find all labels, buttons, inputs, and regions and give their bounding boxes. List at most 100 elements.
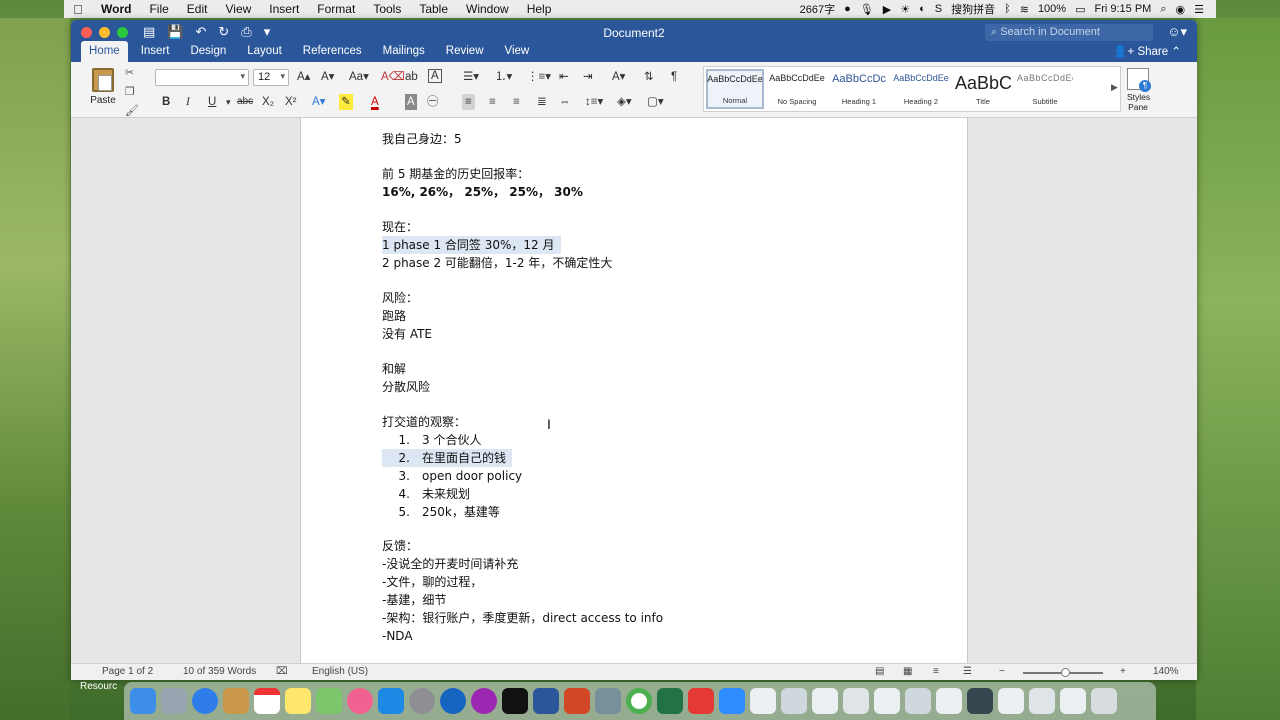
zoom-icon[interactable]: [719, 688, 745, 714]
grow-font-icon[interactable]: A▴: [297, 69, 310, 85]
font-name-select[interactable]: [155, 69, 249, 86]
style-title[interactable]: AaBbC Title: [954, 69, 1012, 109]
zoom-slider-knob[interactable]: [1061, 668, 1070, 677]
character-shading-icon[interactable]: A: [405, 94, 417, 110]
desktop-folder-label[interactable]: Resourc: [80, 681, 117, 692]
character-border-icon[interactable]: A: [428, 69, 442, 83]
share-button[interactable]: 👤+ Share ⌃: [1113, 44, 1181, 58]
menu-help[interactable]: Help: [518, 2, 561, 16]
doc-line[interactable]: 没有 ATE: [382, 325, 432, 343]
document-thumb-icon[interactable]: [1060, 688, 1086, 714]
list-item[interactable]: 5. 250k，基建等: [382, 503, 500, 521]
doc-line[interactable]: 16%, 26%， 25%， 25%， 30%: [382, 183, 583, 201]
apple-tv-icon[interactable]: [502, 688, 528, 714]
preview-icon[interactable]: [595, 688, 621, 714]
doc-line[interactable]: 2 phase 2 可能翻倍，1-2 年，不确定性大: [382, 254, 612, 272]
strikethrough-button[interactable]: abc: [237, 94, 253, 110]
powerpoint-icon[interactable]: [564, 688, 590, 714]
word-count-status[interactable]: 2667字: [800, 1, 835, 17]
document-thumb-icon[interactable]: [905, 688, 931, 714]
list-item[interactable]: 2. 在里面自己的钱: [382, 449, 513, 467]
numbering-icon[interactable]: ⒈▾: [495, 69, 512, 85]
word-count[interactable]: 10 of 359 Words: [183, 666, 256, 677]
phonetic-guide-icon[interactable]: ab: [405, 69, 418, 85]
chrome-icon[interactable]: [626, 688, 652, 714]
show-formatting-marks-icon[interactable]: ¶: [671, 69, 677, 85]
print-layout-icon[interactable]: ▤: [875, 666, 884, 677]
document-thumb-icon[interactable]: [781, 688, 807, 714]
list-item[interactable]: 1. 3 个合伙人: [382, 431, 482, 449]
style-subtitle[interactable]: AaBbCcDdEe Subtitle: [1016, 69, 1074, 109]
battery-percent[interactable]: 100%: [1038, 3, 1066, 15]
document-thumb-icon[interactable]: [998, 688, 1024, 714]
doc-line[interactable]: 和解: [382, 360, 406, 378]
tab-references[interactable]: References: [295, 41, 370, 62]
bullets-icon[interactable]: ☰▾: [463, 69, 479, 85]
doc-line[interactable]: 前 5 期基金的历史回报率：: [382, 165, 529, 183]
doc-line[interactable]: -没说全的开麦时间请补充: [382, 555, 518, 573]
asian-layout-icon[interactable]: A▾: [612, 69, 625, 85]
document-thumb-icon[interactable]: [843, 688, 869, 714]
outline-view-icon[interactable]: ≡: [933, 666, 939, 677]
text-effects-icon[interactable]: A▾: [312, 94, 325, 110]
spotlight-icon[interactable]: ⌕: [1160, 3, 1166, 16]
tab-home[interactable]: Home: [81, 41, 128, 62]
doc-line[interactable]: -NDA: [382, 627, 413, 645]
menu-window[interactable]: Window: [457, 2, 518, 16]
input-source-icon[interactable]: S: [935, 3, 942, 15]
list-item[interactable]: 4. 未来规划: [382, 485, 470, 503]
document-thumb-icon[interactable]: [1029, 688, 1055, 714]
clear-formatting-icon[interactable]: A⌫: [381, 69, 405, 85]
safari-icon[interactable]: [192, 688, 218, 714]
menu-file[interactable]: File: [140, 2, 177, 16]
tab-mailings[interactable]: Mailings: [375, 41, 433, 62]
format-painter-icon[interactable]: 🖌: [125, 104, 139, 117]
zoom-out-icon[interactable]: −: [999, 666, 1005, 677]
page-indicator[interactable]: Page 1 of 2: [102, 666, 153, 677]
toggle-icon[interactable]: ◐: [919, 3, 926, 15]
tab-view[interactable]: View: [497, 41, 538, 62]
clock[interactable]: Fri 9:15 PM: [1094, 3, 1151, 15]
brightness-icon[interactable]: ☀: [900, 3, 910, 16]
finder-icon[interactable]: [130, 688, 156, 714]
maps-icon[interactable]: [316, 688, 342, 714]
style-no-spacing[interactable]: AaBbCcDdEe No Spacing: [768, 69, 826, 109]
doc-line[interactable]: 风险：: [382, 289, 418, 307]
font-color-icon[interactable]: A: [371, 94, 379, 110]
bluetooth-icon[interactable]: ᛒ: [1004, 3, 1011, 15]
word-icon[interactable]: [533, 688, 559, 714]
shading-icon[interactable]: ◈▾: [617, 94, 632, 110]
doc-line[interactable]: 反馈：: [382, 537, 418, 555]
underline-dropdown-icon[interactable]: ▾: [226, 94, 231, 110]
doc-line[interactable]: -基建，细节: [382, 591, 446, 609]
superscript-button[interactable]: X²: [285, 94, 297, 110]
system-preferences-icon[interactable]: [409, 688, 435, 714]
menu-edit[interactable]: Edit: [178, 2, 217, 16]
bold-button[interactable]: B: [162, 94, 170, 110]
draft-view-icon[interactable]: ☰: [963, 666, 972, 677]
italic-button[interactable]: I: [186, 94, 190, 110]
apple-icon[interactable]: : [64, 2, 92, 17]
line-spacing-icon[interactable]: ↕≡▾: [585, 94, 603, 110]
style-heading-2[interactable]: AaBbCcDdEe Heading 2: [892, 69, 950, 109]
control-center-icon[interactable]: ☰: [1194, 3, 1204, 16]
microphone-icon[interactable]: 🎙: [860, 3, 874, 16]
align-right-button[interactable]: ≡: [513, 94, 520, 110]
doc-line[interactable]: 现在：: [382, 218, 418, 236]
trash-icon[interactable]: [1091, 688, 1117, 714]
launchpad-icon[interactable]: [161, 688, 187, 714]
borders-icon[interactable]: ▢▾: [647, 94, 664, 110]
web-layout-icon[interactable]: ▦: [903, 666, 912, 677]
document-thumb-icon[interactable]: [936, 688, 962, 714]
styles-more-arrow-icon[interactable]: ▶: [1111, 82, 1118, 93]
shrink-font-icon[interactable]: A▾: [321, 69, 334, 85]
doc-line-highlighted[interactable]: 1 phase 1 合同签 30%，12 月: [382, 236, 561, 254]
calendar-icon[interactable]: [254, 688, 280, 714]
multilevel-list-icon[interactable]: ⋮≡▾: [527, 69, 551, 85]
doc-line[interactable]: 分散风险: [382, 378, 430, 396]
wifi-icon[interactable]: ≋: [1020, 3, 1029, 16]
browser-icon[interactable]: [440, 688, 466, 714]
proofing-icon[interactable]: ⌧: [276, 666, 288, 677]
distributed-icon[interactable]: ⇔: [559, 94, 571, 110]
podcasts-icon[interactable]: [471, 688, 497, 714]
